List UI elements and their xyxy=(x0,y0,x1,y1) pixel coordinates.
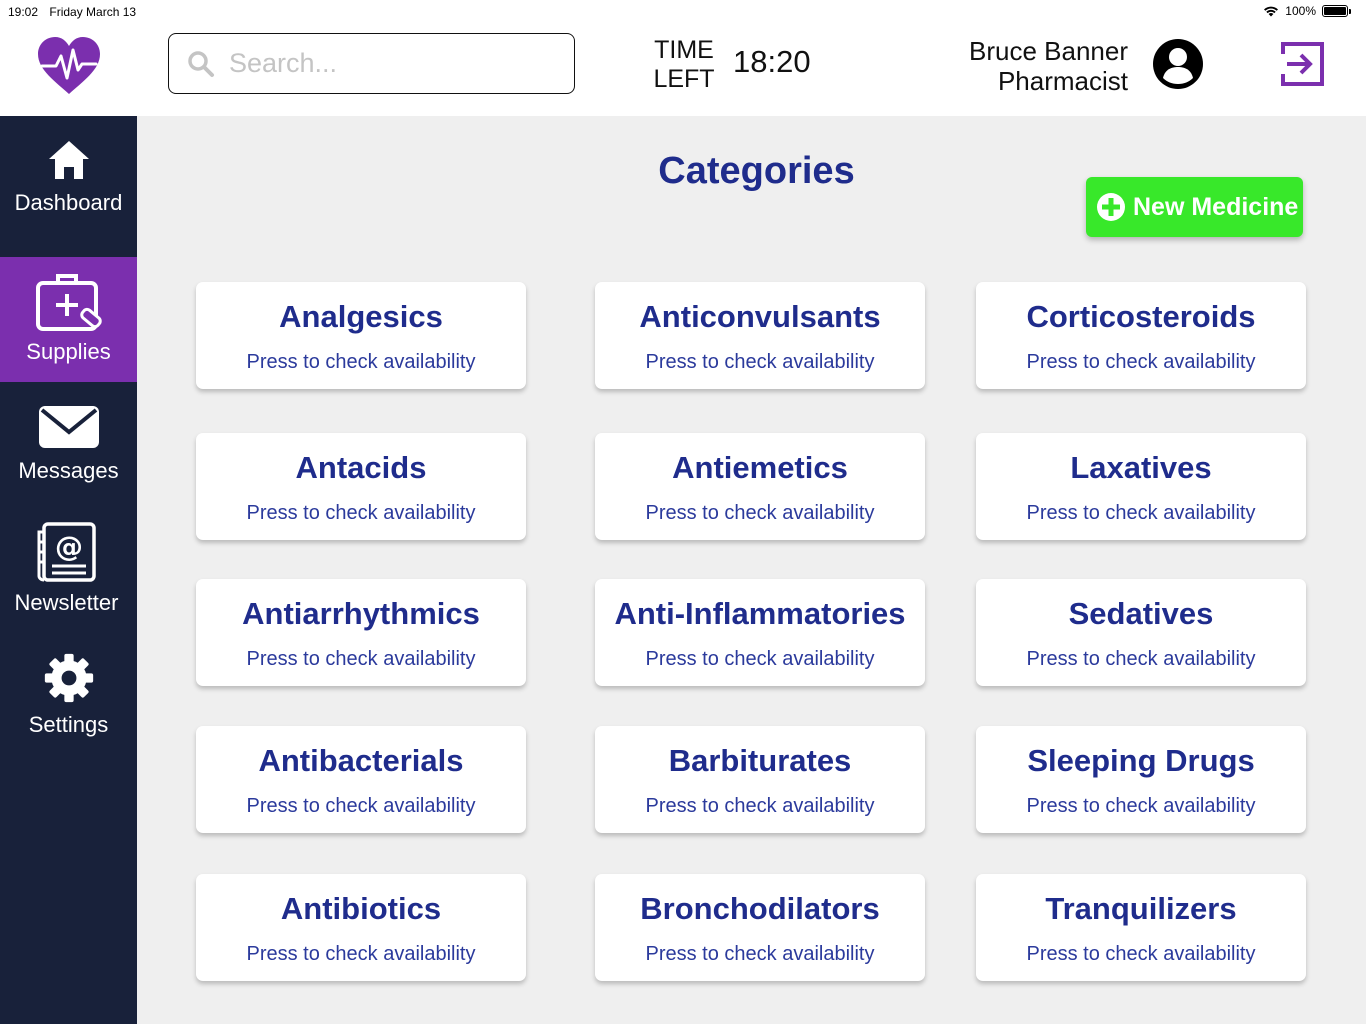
time-left-label-line2: LEFT xyxy=(653,65,715,93)
envelope-icon xyxy=(38,406,99,448)
category-card-laxatives[interactable]: Laxatives Press to check availability xyxy=(976,433,1306,540)
user-name: Bruce Banner xyxy=(969,36,1128,66)
category-card-bronchodilators[interactable]: Bronchodilators Press to check availabil… xyxy=(595,874,925,981)
category-subtitle: Press to check availability xyxy=(645,351,875,373)
category-title: Sedatives xyxy=(1068,596,1214,631)
time-left-value: 18:20 xyxy=(733,44,811,79)
status-time-date: 19:02 Friday March 13 xyxy=(8,5,136,19)
plus-circle-icon xyxy=(1097,193,1125,221)
search-box[interactable] xyxy=(168,33,575,94)
category-title: Antiarrhythmics xyxy=(242,596,480,631)
avatar-icon[interactable] xyxy=(1152,38,1204,90)
category-card-antiemetics[interactable]: Antiemetics Press to check availability xyxy=(595,433,925,540)
home-icon xyxy=(48,141,89,179)
category-card-anticonvulsants[interactable]: Anticonvulsants Press to check availabil… xyxy=(595,282,925,389)
status-bar: 19:02 Friday March 13 100% xyxy=(0,0,1366,24)
medical-kit-icon xyxy=(35,274,102,331)
category-title: Bronchodilators xyxy=(640,891,880,926)
sidebar-item-settings[interactable]: Settings xyxy=(0,652,137,738)
sidebar-item-label: Settings xyxy=(28,712,109,737)
user-role: Pharmacist xyxy=(997,66,1128,96)
category-subtitle: Press to check availability xyxy=(246,648,476,670)
sidebar-item-label: Messages xyxy=(18,458,119,483)
status-indicators: 100% xyxy=(1263,4,1351,18)
search-icon xyxy=(188,50,214,77)
category-title: Anti-Inflammatories xyxy=(614,596,906,631)
category-subtitle: Press to check availability xyxy=(1026,795,1256,817)
category-subtitle: Press to check availability xyxy=(1026,351,1256,373)
category-card-antibiotics[interactable]: Antibiotics Press to check availability xyxy=(196,874,526,981)
svg-text:@: @ xyxy=(55,530,83,563)
category-title: Laxatives xyxy=(1070,450,1212,485)
category-card-corticosteroids[interactable]: Corticosteroids Press to check availabil… xyxy=(976,282,1306,389)
category-card-sedatives[interactable]: Sedatives Press to check availability xyxy=(976,579,1306,686)
status-time: 19:02 xyxy=(8,5,39,19)
category-subtitle: Press to check availability xyxy=(246,502,476,524)
sidebar-item-label: Newsletter xyxy=(14,590,119,615)
sidebar-item-dashboard[interactable]: Dashboard xyxy=(0,138,137,216)
category-title: Tranquilizers xyxy=(1045,891,1237,926)
category-subtitle: Press to check availability xyxy=(246,943,476,965)
category-subtitle: Press to check availability xyxy=(246,351,476,373)
category-card-sleeping-drugs[interactable]: Sleeping Drugs Press to check availabili… xyxy=(976,726,1306,833)
sidebar-item-newsletter[interactable]: @ Newsletter xyxy=(0,522,135,616)
sidebar-item-label: Dashboard xyxy=(14,190,123,215)
category-title: Anticonvulsants xyxy=(639,299,881,334)
category-title: Sleeping Drugs xyxy=(1027,743,1255,778)
time-left-label-line1: TIME xyxy=(654,36,714,64)
category-subtitle: Press to check availability xyxy=(246,795,476,817)
category-title: Antibiotics xyxy=(280,891,442,926)
logout-icon[interactable] xyxy=(1279,41,1325,87)
battery-percent: 100% xyxy=(1285,4,1316,18)
time-left-label: TIME LEFT xyxy=(652,36,716,94)
category-title: Antibacterials xyxy=(258,743,464,778)
newsletter-icon: @ xyxy=(37,522,96,582)
sidebar-item-supplies[interactable]: Supplies xyxy=(0,257,137,382)
main-content: Categories New Medicine Analgesics Press… xyxy=(137,116,1366,1024)
category-card-antibacterials[interactable]: Antibacterials Press to check availabili… xyxy=(196,726,526,833)
sidebar-item-label: Supplies xyxy=(26,339,111,364)
category-card-barbiturates[interactable]: Barbiturates Press to check availability xyxy=(595,726,925,833)
new-medicine-button[interactable]: New Medicine xyxy=(1086,177,1303,237)
category-card-anti-inflammatories[interactable]: Anti-Inflammatories Press to check avail… xyxy=(595,579,925,686)
category-title: Barbiturates xyxy=(668,743,852,778)
category-subtitle: Press to check availability xyxy=(645,648,875,670)
category-title: Antacids xyxy=(295,450,427,485)
battery-level xyxy=(1324,7,1346,15)
category-subtitle: Press to check availability xyxy=(1026,502,1256,524)
status-date: Friday March 13 xyxy=(49,5,137,19)
user-info: Bruce Banner Pharmacist xyxy=(969,36,1128,96)
category-subtitle: Press to check availability xyxy=(645,502,875,524)
sidebar-item-messages[interactable]: Messages xyxy=(0,404,137,484)
category-card-tranquilizers[interactable]: Tranquilizers Press to check availabilit… xyxy=(976,874,1306,981)
top-header: TIME LEFT 18:20 Bruce Banner Pharmacist xyxy=(0,24,1366,116)
gear-icon xyxy=(44,653,93,703)
search-input[interactable] xyxy=(229,48,549,79)
category-card-antacids[interactable]: Antacids Press to check availability xyxy=(196,433,526,540)
category-subtitle: Press to check availability xyxy=(1026,943,1256,965)
category-card-analgesics[interactable]: Analgesics Press to check availability xyxy=(196,282,526,389)
category-subtitle: Press to check availability xyxy=(1026,648,1256,670)
category-subtitle: Press to check availability xyxy=(645,795,875,817)
category-card-antiarrhythmics[interactable]: Antiarrhythmics Press to check availabil… xyxy=(196,579,526,686)
category-subtitle: Press to check availability xyxy=(645,943,875,965)
heartbeat-logo-icon[interactable] xyxy=(36,36,102,96)
new-medicine-label: New Medicine xyxy=(1133,192,1299,221)
category-title: Corticosteroids xyxy=(1026,299,1256,334)
category-title: Analgesics xyxy=(279,299,443,334)
sidebar: Dashboard Supplies Messages @ Newsletter… xyxy=(0,116,137,1024)
battery-icon xyxy=(1322,5,1351,17)
wifi-icon xyxy=(1264,6,1279,17)
category-title: Antiemetics xyxy=(672,450,848,485)
